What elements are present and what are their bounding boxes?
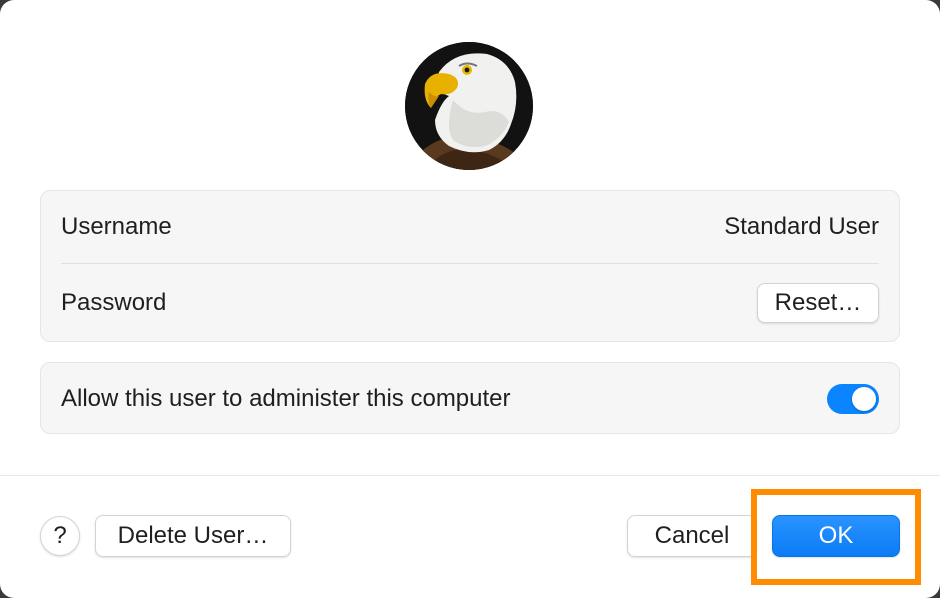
ok-button[interactable]: OK	[772, 515, 900, 557]
admin-group: Allow this user to administer this compu…	[40, 362, 900, 434]
help-button[interactable]: ?	[40, 516, 80, 556]
username-row: Username Standard User	[61, 191, 879, 263]
cancel-button[interactable]: Cancel	[627, 515, 757, 557]
account-info-group: Username Standard User Password Reset…	[40, 190, 900, 342]
username-value: Standard User	[724, 213, 879, 240]
user-avatar[interactable]	[405, 42, 533, 170]
allow-admin-toggle[interactable]	[827, 384, 879, 414]
reset-password-button[interactable]: Reset…	[757, 283, 879, 323]
allow-admin-label: Allow this user to administer this compu…	[61, 385, 511, 412]
eagle-icon	[405, 42, 533, 170]
password-row: Password Reset…	[61, 264, 879, 342]
edit-user-dialog: Username Standard User Password Reset… A…	[0, 0, 940, 598]
toggle-knob[interactable]	[852, 387, 876, 411]
delete-user-button[interactable]: Delete User…	[95, 515, 291, 557]
footer-divider	[0, 475, 940, 476]
password-label: Password	[61, 289, 167, 316]
allow-admin-row: Allow this user to administer this compu…	[61, 363, 879, 435]
username-label: Username	[61, 213, 172, 240]
